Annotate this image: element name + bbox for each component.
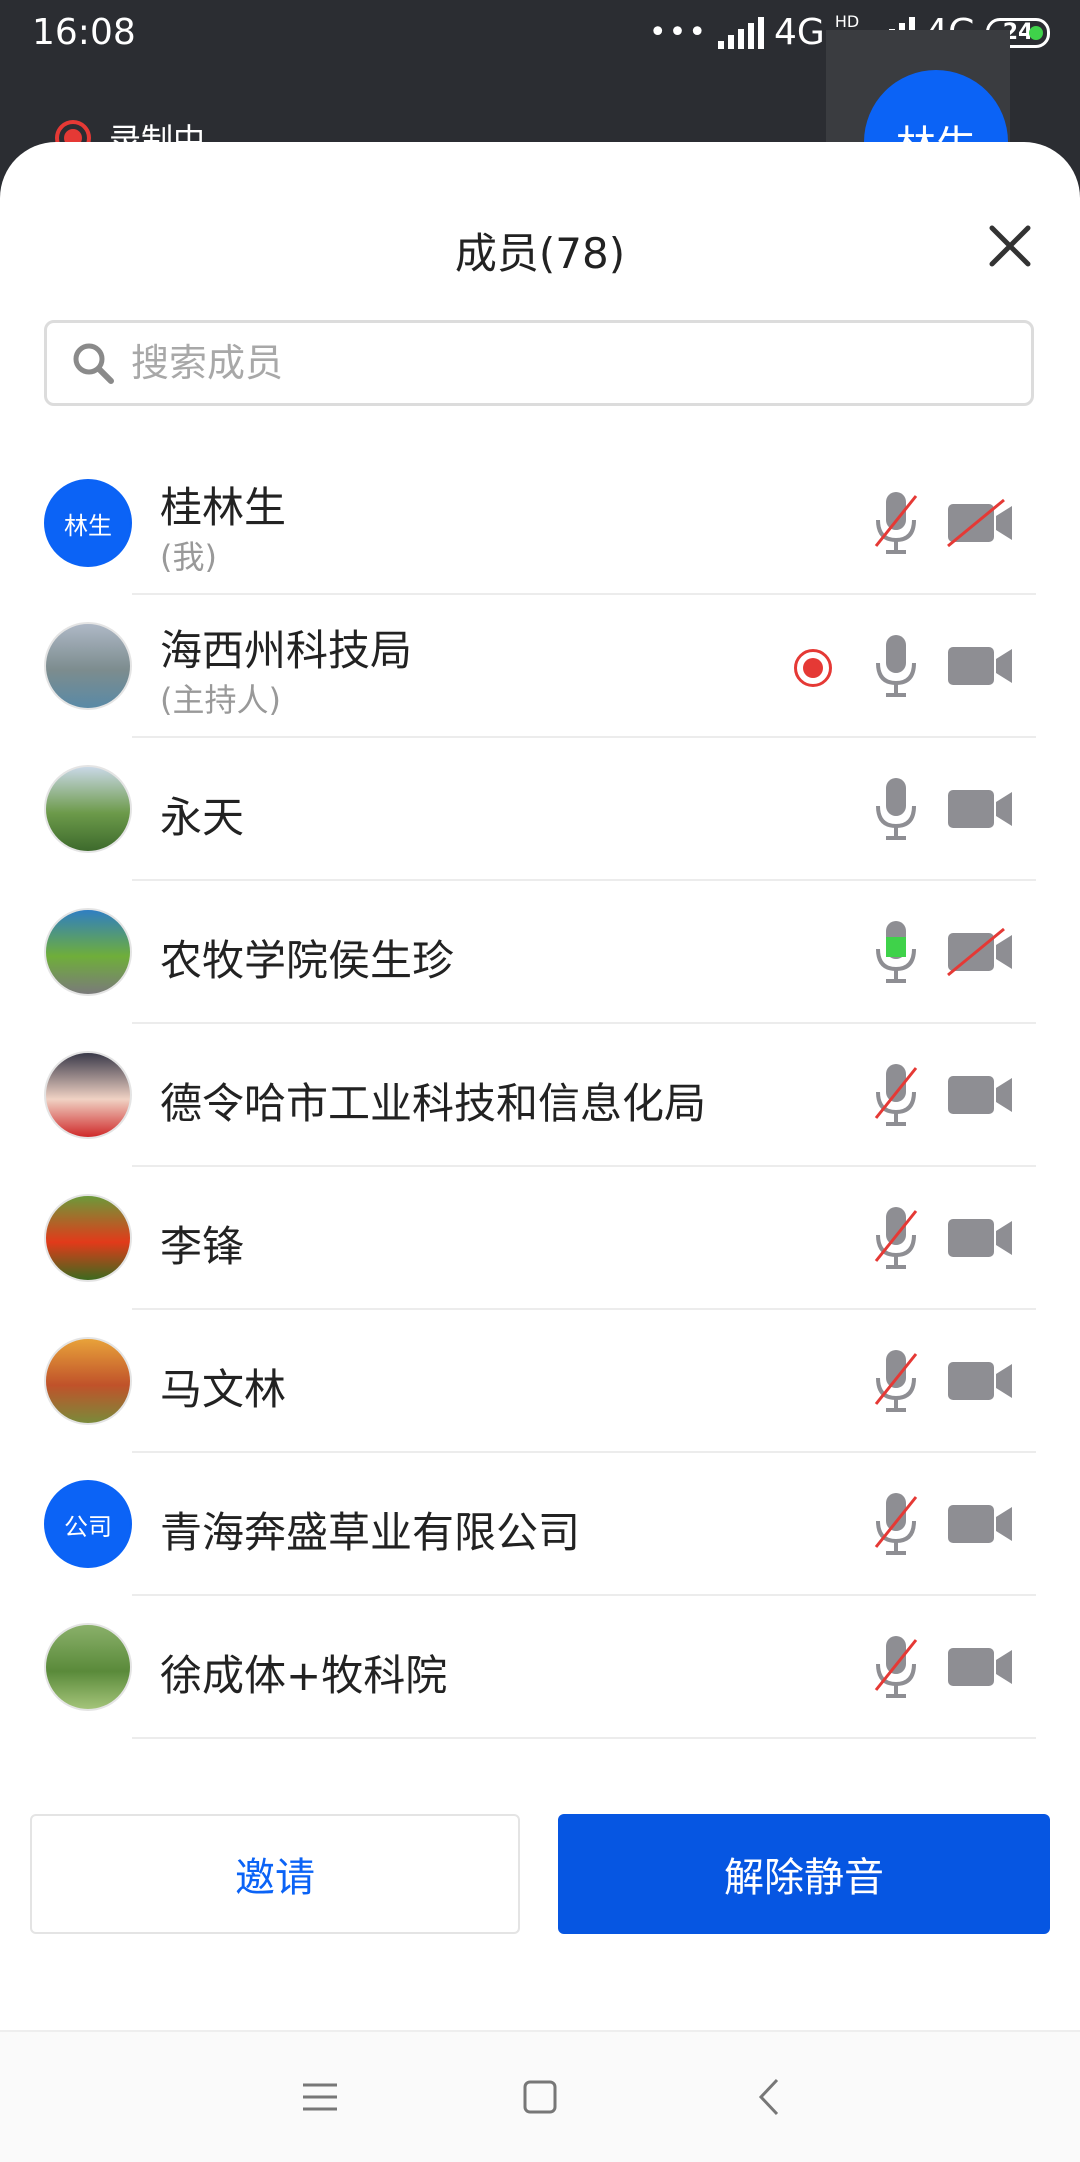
camera-icon[interactable] (946, 1642, 1016, 1692)
avatar: 林生 (44, 479, 132, 567)
avatar (44, 622, 132, 710)
member-role: (我) (160, 538, 217, 576)
member-name: 马文林 (160, 1365, 287, 1414)
close-button[interactable] (980, 216, 1040, 276)
member-name: 德令哈市工业科技和信息化局 (160, 1079, 707, 1128)
member-name: 徐成体+牧科院 (160, 1651, 448, 1700)
avatar (44, 1623, 132, 1711)
bottom-actions: 邀请 解除静音 (30, 1814, 1050, 1934)
camera-icon[interactable] (946, 1499, 1016, 1549)
recording-icon (794, 649, 832, 687)
member-row[interactable]: 海西州科技局 (主持人) (0, 595, 1080, 738)
search-icon (73, 343, 114, 384)
system-nav-bar (0, 2030, 1080, 2162)
mic-muted-icon[interactable] (870, 1489, 922, 1559)
member-row[interactable]: 马文林 (0, 1310, 1080, 1453)
camera-icon[interactable] (946, 1213, 1016, 1263)
close-icon (989, 225, 1031, 267)
avatar (44, 1194, 132, 1282)
member-row[interactable]: 德令哈市工业科技和信息化局 (0, 1024, 1080, 1167)
avatar (44, 1051, 132, 1139)
camera-icon[interactable] (946, 641, 1016, 691)
avatar (44, 908, 132, 996)
member-row[interactable]: 林生 桂林生 (我) (0, 452, 1080, 595)
row-divider (132, 1737, 1036, 1739)
member-name: 农牧学院侯生珍 (160, 936, 455, 985)
search-box[interactable] (44, 320, 1034, 406)
member-row[interactable]: 永天 (0, 738, 1080, 881)
member-row[interactable]: 徐成体+牧科院 (0, 1596, 1080, 1739)
camera-icon[interactable] (946, 1070, 1016, 1120)
search-input[interactable] (129, 340, 1013, 386)
members-sheet: 成员(78) 林生桂林生 (我) 海西州科技局 (主持人) 永天 (0, 142, 1080, 2162)
member-name: 永天 (160, 793, 245, 842)
avatar (44, 765, 132, 853)
member-name: 海西州科技局 (160, 626, 413, 675)
mic-muted-icon[interactable] (870, 1203, 922, 1273)
status-time: 16:08 (32, 12, 136, 53)
camera-off-icon[interactable] (946, 498, 1016, 548)
camera-off-icon[interactable] (946, 927, 1016, 977)
sheet-title: 成员(78) (454, 229, 626, 278)
member-row[interactable]: 公司 青海奔盛草业有限公司 (0, 1453, 1080, 1596)
mic-icon[interactable] (870, 774, 922, 844)
member-row[interactable]: 农牧学院侯生珍 (0, 881, 1080, 1024)
unmute-all-button[interactable]: 解除静音 (558, 1814, 1050, 1934)
member-role: (主持人) (160, 681, 281, 719)
mic-muted-icon[interactable] (870, 488, 922, 558)
avatar (44, 1337, 132, 1425)
camera-icon[interactable] (946, 1356, 1016, 1406)
mic-muted-icon[interactable] (870, 1632, 922, 1702)
mic-speaking-icon[interactable] (870, 917, 922, 987)
camera-icon[interactable] (946, 784, 1016, 834)
status-dots: ••• (648, 15, 709, 50)
home-square-icon[interactable] (515, 2072, 565, 2122)
mic-muted-icon[interactable] (870, 1060, 922, 1130)
invite-button[interactable]: 邀请 (30, 1814, 520, 1934)
member-list[interactable]: 林生 桂林生 (我) 海西州科技局 (主持人) 永天 农牧学院侯生珍 德令哈市工… (0, 452, 1080, 1772)
mic-icon[interactable] (870, 631, 922, 701)
menu-icon[interactable] (295, 2072, 345, 2122)
mic-muted-icon[interactable] (870, 1346, 922, 1416)
network-type-1: 4G (774, 12, 825, 53)
signal-icon (718, 16, 765, 49)
avatar: 公司 (44, 1480, 132, 1568)
member-row[interactable]: 李锋 (0, 1167, 1080, 1310)
member-name: 青海奔盛草业有限公司 (160, 1508, 581, 1557)
member-name: 桂林生 (160, 483, 287, 532)
back-chevron-icon[interactable] (745, 2072, 795, 2122)
member-name: 李锋 (160, 1222, 245, 1271)
hd-label: HD (834, 12, 860, 31)
